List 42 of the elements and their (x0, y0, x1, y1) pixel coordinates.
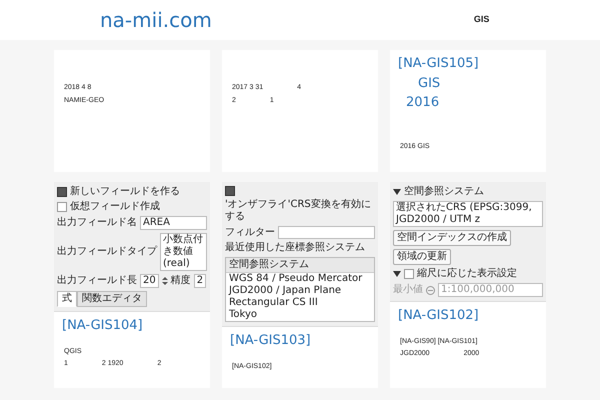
input-field[interactable]: 小数点付き数値(real) (160, 233, 207, 271)
group-heading: 縮尺に応じた表示設定 (417, 268, 517, 280)
scale-icon (426, 286, 435, 294)
nav-link[interactable]: GIS (472, 11, 492, 29)
checkbox[interactable] (57, 202, 67, 212)
field-label: 出力フィールド名 (57, 217, 137, 229)
tab[interactable]: 式 (57, 291, 77, 307)
section-label: 最近使用した座標参照システム (225, 242, 365, 254)
checkbox[interactable] (404, 269, 414, 279)
dialog-button[interactable]: 空間インデックスの作成 (393, 230, 511, 246)
checkbox[interactable] (57, 187, 67, 197)
site-logo[interactable]: na-mii.com (100, 8, 212, 32)
checkbox[interactable] (225, 186, 235, 196)
spin-field[interactable]: 20 (140, 274, 159, 288)
collapse-triangle-icon[interactable] (393, 271, 401, 277)
collapse-triangle-icon[interactable] (393, 189, 401, 195)
list-item[interactable]: Tokyo (226, 309, 374, 321)
input-field[interactable]: AREA (140, 216, 207, 230)
dialog-button[interactable]: 領域の更新 (393, 249, 451, 265)
group-heading: 空間参照システム (404, 186, 484, 198)
post-title[interactable]: [NA-GIS104] (62, 317, 202, 335)
crs-field[interactable]: 選択されたCRS (EPSG:3099, JGD2000 / UTM z (393, 201, 543, 227)
field-label: 精度 (170, 275, 191, 287)
spinner-icon[interactable] (162, 276, 168, 286)
list-item[interactable]: JGD2000 / Japan Plane Rectangular CS III (226, 285, 374, 309)
post-title[interactable]: [NA-GIS102] (398, 307, 538, 325)
field-label: 最小値 (393, 284, 423, 296)
spin-field[interactable]: 2 (194, 274, 206, 288)
post-title[interactable]: 2016 (406, 94, 538, 112)
checkbox-label: 仮想フィールド作成 (70, 201, 160, 213)
field-label: 出力フィールドタイプ (57, 246, 157, 258)
group-heading: 新しいフィールドを作る (70, 186, 180, 198)
list-item[interactable]: WGS 84 / Pseudo Mercator (226, 273, 374, 285)
list-header: 空間参照システム (226, 258, 374, 273)
post-title[interactable]: [NA-GIS103] (230, 332, 370, 350)
post-title[interactable]: GIS (418, 74, 538, 92)
group-heading: 'オンザフライ'CRS変換を有効にする (225, 199, 372, 223)
field-label: フィルター (225, 226, 275, 238)
field-label: 出力フィールド長 (57, 275, 137, 287)
post-title[interactable]: [NA-GIS105] (398, 55, 538, 73)
tab[interactable]: 関数エディタ (77, 291, 147, 307)
filter-field[interactable] (278, 226, 375, 239)
